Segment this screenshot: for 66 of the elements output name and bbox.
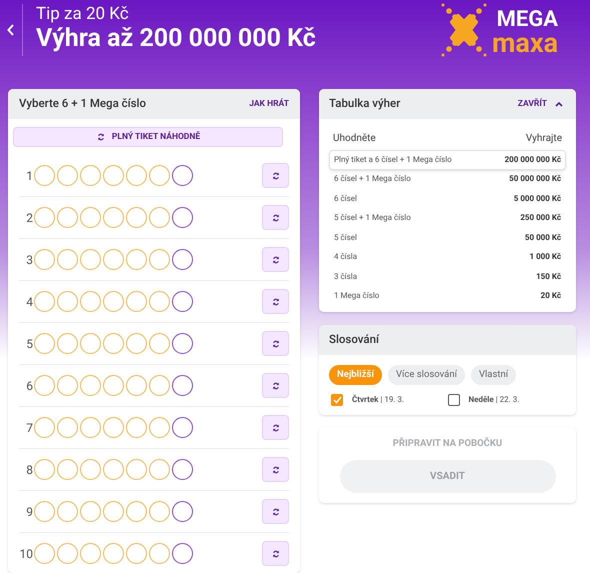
- draws-title: Slosování: [329, 331, 380, 348]
- refresh-icon: [270, 254, 280, 264]
- random-row-button[interactable]: [262, 373, 289, 398]
- logo-text: MEGA: [496, 9, 558, 31]
- guess-text: Plný tiket a 6 čísel + 1 Mega číslo: [334, 154, 452, 166]
- row-number: 1: [25, 168, 34, 184]
- back-icon: [7, 24, 15, 36]
- checkbox[interactable]: [448, 394, 460, 406]
- guess-text: 3 čísla: [334, 270, 358, 283]
- refresh-icon: [270, 170, 280, 180]
- prize-table-title: Tabulka výher: [329, 95, 400, 112]
- guess-text: 5 čísel: [334, 232, 357, 244]
- row-number: 6: [25, 378, 34, 394]
- random-row-button[interactable]: [262, 247, 289, 272]
- column-header: Uhodněte: [333, 132, 376, 146]
- random-row-button[interactable]: [262, 457, 289, 482]
- checkbox[interactable]: [331, 394, 343, 406]
- refresh-icon: [270, 380, 280, 390]
- guess-text: 5 čísel + 1 Mega číslo: [334, 212, 411, 224]
- draw-tab[interactable]: Vlastní: [470, 365, 516, 385]
- random-row-button[interactable]: [262, 331, 289, 356]
- row-number: 3: [25, 252, 34, 268]
- refresh-icon: [270, 464, 280, 474]
- random-row-button[interactable]: [262, 499, 289, 524]
- random-row-button[interactable]: [262, 163, 289, 188]
- how-to-play-link[interactable]: JAK HRÁT: [249, 98, 289, 110]
- guess-text: 1 Mega číslo: [334, 290, 380, 302]
- prize-amount: 50 000 000 Kč: [509, 173, 561, 186]
- draw-tab[interactable]: Více slosování: [388, 365, 465, 385]
- random-row-button[interactable]: [262, 415, 289, 440]
- prize-amount: 1 000 Kč: [530, 251, 561, 264]
- prize-amount: 50 000 Kč: [524, 232, 561, 244]
- random-row-button[interactable]: [262, 205, 289, 230]
- draw-date: Neděle | 22. 3.: [468, 394, 520, 406]
- prize-amount: 5 000 000 Kč: [514, 192, 561, 205]
- row-number: 2: [25, 210, 34, 226]
- logo-text: maxa: [492, 31, 558, 55]
- guess-text: 6 čísel + 1 Mega číslo: [334, 173, 411, 186]
- close-table-button[interactable]: ZAVŘÍT: [518, 98, 563, 110]
- refresh-icon: [270, 506, 280, 516]
- ticket-price: Tip za 20 Kč: [36, 4, 130, 24]
- draw-date: Čtvrtek | 19. 3.: [352, 394, 404, 406]
- prize-amount: 20 Kč: [540, 290, 561, 302]
- row-number: 7: [25, 420, 34, 436]
- row-number: 9: [25, 504, 34, 520]
- row-number: 5: [25, 336, 34, 352]
- refresh-icon: [270, 422, 280, 432]
- refresh-icon: [270, 296, 280, 306]
- random-row-button[interactable]: [262, 289, 289, 314]
- column-header: Vyhrajte: [526, 132, 562, 146]
- refresh-icon: [270, 212, 280, 222]
- random-ticket-button[interactable]: PLNÝ TIKET NÁHODNĚ: [13, 127, 283, 147]
- prize-amount: 150 Kč: [536, 270, 561, 283]
- prize-amount: 200 000 000 Kč: [504, 154, 561, 166]
- picker-title: Vyberte 6 + 1 Mega číslo: [19, 95, 146, 112]
- prize-amount: 250 000 Kč: [520, 212, 561, 224]
- refresh-icon: [96, 132, 106, 142]
- row-number: 8: [25, 462, 34, 478]
- guess-text: 6 čísel: [334, 192, 357, 205]
- random-row-button[interactable]: [262, 541, 289, 566]
- guess-text: 4 čísla: [334, 251, 358, 264]
- row-number: 4: [25, 294, 34, 310]
- refresh-icon: [270, 338, 280, 348]
- refresh-icon: [270, 548, 280, 558]
- jackpot-title: Výhra až 200 000 000 Kč: [36, 24, 316, 54]
- row-number: 10: [19, 546, 34, 562]
